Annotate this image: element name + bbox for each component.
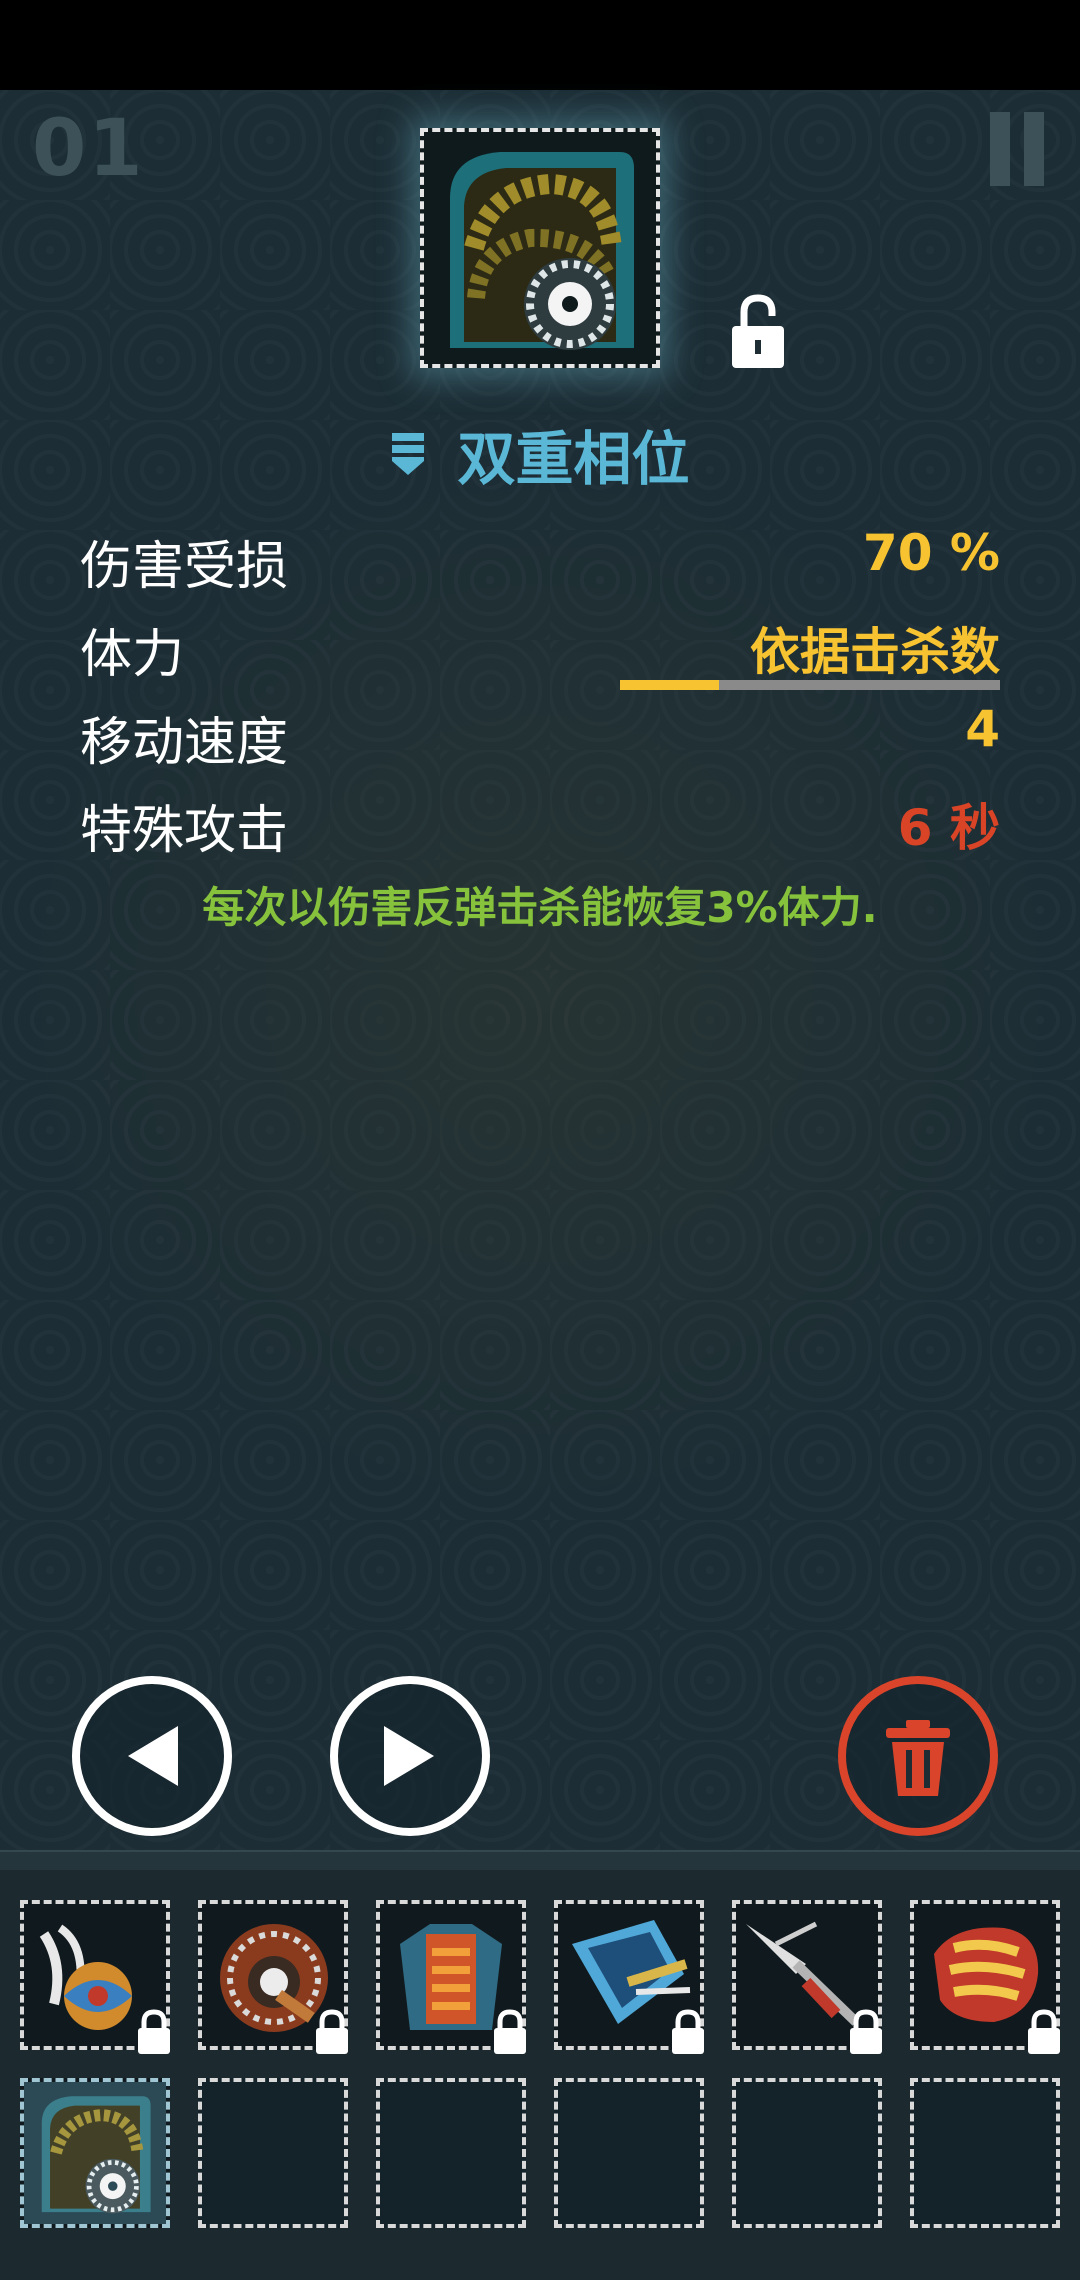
previous-button[interactable] — [72, 1676, 232, 1836]
unlocked-icon[interactable] — [728, 292, 788, 372]
inventory-slot-locked[interactable] — [20, 1900, 170, 2054]
right-arrow-icon — [384, 1726, 434, 1786]
equipped-slot-empty[interactable] — [376, 2078, 526, 2228]
status-bar — [0, 0, 1080, 90]
stat-label: 体力 — [80, 625, 185, 685]
stat-value: 依据击杀数 — [750, 623, 1000, 681]
level-number: 01 — [32, 104, 145, 194]
lock-icon — [316, 2009, 348, 2054]
inventory-slot-locked[interactable] — [554, 1900, 704, 2054]
stat-value: 70 % — [862, 524, 1000, 582]
item-name: 双重相位 — [457, 425, 690, 493]
next-button[interactable] — [330, 1676, 490, 1836]
stamina-bar — [620, 680, 1000, 690]
left-arrow-icon — [128, 1726, 178, 1786]
stat-row-damage: 伤害受损 70 % — [80, 524, 1000, 604]
equipped-slot-empty[interactable] — [910, 2078, 1060, 2228]
item-description: 每次以伤害反弹击杀能恢复3%体力. — [202, 883, 878, 932]
equipped-slot-empty[interactable] — [732, 2078, 882, 2228]
lock-icon — [138, 2009, 170, 2054]
item-icon-large — [420, 128, 660, 368]
equipped-slot-selected[interactable] — [20, 2078, 170, 2228]
lock-icon — [494, 2009, 526, 2054]
stat-value: 4 — [965, 700, 1000, 758]
shield-gear-icon — [24, 2082, 166, 2224]
stat-value: 6 秒 — [897, 799, 1000, 857]
stat-row-speed: 移动速度 4 — [80, 700, 1000, 780]
equipped-slot-empty[interactable] — [198, 2078, 348, 2228]
lock-icon — [1028, 2009, 1060, 2054]
item-title-row: 双重相位 — [0, 412, 1080, 496]
stamina-bar-fill — [620, 680, 719, 690]
stat-label: 特殊攻击 — [80, 801, 289, 861]
equipped-slot-empty[interactable] — [554, 2078, 704, 2228]
delete-button[interactable] — [838, 1676, 998, 1836]
inventory-slot-locked[interactable] — [732, 1900, 882, 2054]
inventory-slot-locked[interactable] — [198, 1900, 348, 2054]
stat-row-special: 特殊攻击 6 秒 — [80, 788, 1000, 868]
stat-label: 伤害受损 — [80, 537, 289, 597]
stat-label: 移动速度 — [80, 713, 289, 773]
trash-icon — [886, 1720, 950, 1796]
inventory-slot-locked[interactable] — [910, 1900, 1060, 2054]
tray-divider — [0, 1850, 1080, 1872]
pause-icon[interactable] — [990, 112, 1044, 186]
inventory-slot-locked[interactable] — [376, 1900, 526, 2054]
lock-icon — [672, 2009, 704, 2054]
defense-category-icon — [392, 433, 425, 475]
lock-icon — [850, 2009, 882, 2054]
